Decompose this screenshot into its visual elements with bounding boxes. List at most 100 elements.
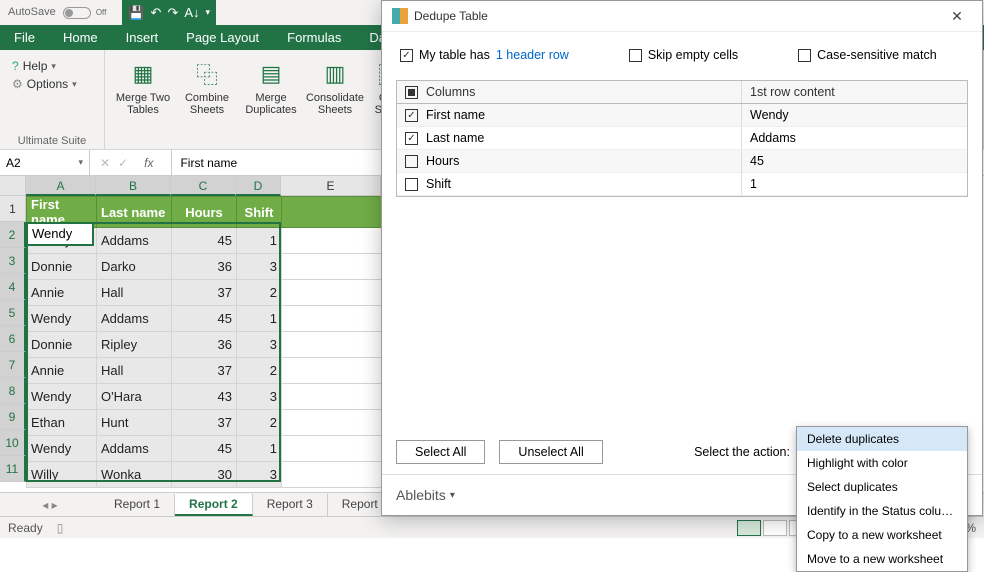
tri-state-checkbox[interactable] [405, 86, 418, 99]
column-header[interactable]: B [96, 176, 171, 196]
cell[interactable]: Addams [97, 228, 172, 254]
column-row[interactable]: ✓First nameWendy [397, 104, 967, 127]
normal-view-button[interactable] [737, 520, 761, 536]
row-header[interactable]: 1 [0, 196, 26, 222]
sort-icon[interactable]: A↓ [184, 5, 199, 20]
column-header[interactable]: A [26, 176, 96, 196]
consolidate-sheets-button[interactable]: ▥Consolidate Sheets [305, 54, 365, 133]
row-header[interactable]: 4 [0, 274, 26, 300]
header-cell[interactable]: Hours [172, 197, 237, 228]
cell[interactable]: Addams [97, 436, 172, 462]
cell[interactable]: 30 [172, 462, 237, 488]
tab-home[interactable]: Home [49, 25, 112, 50]
cell[interactable]: 43 [172, 384, 237, 410]
cell[interactable]: Wendy [27, 384, 97, 410]
cell[interactable]: Addams [97, 306, 172, 332]
cell[interactable] [282, 228, 382, 254]
cell[interactable]: 45 [172, 306, 237, 332]
header-row-link[interactable]: 1 header row [496, 48, 569, 62]
cell[interactable]: 1 [237, 228, 282, 254]
cell[interactable] [282, 280, 382, 306]
cell[interactable]: 36 [172, 254, 237, 280]
my-table-has-header-checkbox[interactable]: ✓ My table has 1 header row [400, 48, 569, 62]
column-row[interactable]: Hours45 [397, 150, 967, 173]
cell[interactable] [282, 306, 382, 332]
tab-formulas[interactable]: Formulas [273, 25, 355, 50]
cell[interactable]: 36 [172, 332, 237, 358]
cell[interactable]: Ripley [97, 332, 172, 358]
row-header[interactable]: 7 [0, 352, 26, 378]
row-header[interactable]: 6 [0, 326, 26, 352]
cell[interactable] [282, 410, 382, 436]
redo-icon[interactable]: ↷ [167, 5, 178, 21]
row-header[interactable]: 10 [0, 430, 26, 456]
fx-icon[interactable]: fx [136, 156, 161, 170]
sheet-tab[interactable]: Report 1 [100, 494, 175, 516]
cell[interactable]: Annie [27, 280, 97, 306]
chevron-down-icon[interactable]: ▾ [78, 157, 83, 168]
row-header[interactable]: 3 [0, 248, 26, 274]
column-row[interactable]: ✓Last nameAddams [397, 127, 967, 150]
cell[interactable]: 37 [172, 410, 237, 436]
page-layout-view-button[interactable] [763, 520, 787, 536]
cell[interactable]: 2 [237, 358, 282, 384]
skip-empty-checkbox[interactable]: Skip empty cells [629, 48, 738, 62]
row-header[interactable]: 5 [0, 300, 26, 326]
checkbox-icon[interactable] [405, 155, 418, 168]
cell[interactable]: Hall [97, 280, 172, 306]
row-header[interactable]: 9 [0, 404, 26, 430]
cell[interactable]: 45 [172, 228, 237, 254]
macro-record-icon[interactable]: ▯ [57, 521, 64, 535]
cell[interactable]: 3 [237, 332, 282, 358]
checkbox-icon[interactable]: ✓ [405, 109, 418, 122]
column-header[interactable]: E [281, 176, 381, 196]
cell[interactable]: Donnie [27, 254, 97, 280]
row-header[interactable]: 8 [0, 378, 26, 404]
cell[interactable]: Wendy [27, 436, 97, 462]
cell[interactable]: Donnie [27, 332, 97, 358]
qat-customize-icon[interactable]: ▾ [206, 7, 211, 18]
header-cell[interactable]: Last name [97, 197, 172, 228]
merge-two-tables-button[interactable]: ▦Merge Two Tables [113, 54, 173, 133]
dropdown-item[interactable]: Highlight with color [797, 451, 967, 475]
header-cell[interactable]: Shift [237, 197, 282, 228]
unselect-all-button[interactable]: Unselect All [499, 440, 602, 464]
cancel-formula-icon[interactable]: ✕ [100, 156, 110, 170]
cell[interactable] [282, 254, 382, 280]
autosave-toggle[interactable] [63, 7, 91, 19]
checkbox-icon[interactable] [405, 178, 418, 191]
enter-formula-icon[interactable]: ✓ [118, 156, 128, 170]
cell[interactable]: Annie [27, 358, 97, 384]
cell[interactable] [282, 462, 382, 488]
close-button[interactable]: ✕ [942, 4, 972, 28]
cell[interactable]: Hall [97, 358, 172, 384]
select-all-corner[interactable] [0, 176, 26, 196]
dropdown-item[interactable]: Select duplicates [797, 475, 967, 499]
name-box[interactable]: A2▾ [0, 150, 90, 175]
row-header[interactable]: 11 [0, 456, 26, 482]
cell[interactable] [282, 384, 382, 410]
sheet-tab[interactable]: Report 3 [253, 494, 328, 516]
column-row[interactable]: Shift1 [397, 173, 967, 196]
case-sensitive-checkbox[interactable]: Case-sensitive match [798, 48, 937, 62]
cell[interactable]: 2 [237, 280, 282, 306]
cell[interactable]: 1 [237, 436, 282, 462]
save-icon[interactable]: 💾 [128, 5, 144, 21]
cell[interactable]: Hunt [97, 410, 172, 436]
cell[interactable]: Wendy [27, 228, 97, 254]
checkbox-icon[interactable]: ✓ [405, 132, 418, 145]
tab-insert[interactable]: Insert [112, 25, 173, 50]
chevron-down-icon[interactable]: ▾ [450, 490, 455, 501]
cell[interactable]: 37 [172, 358, 237, 384]
cell[interactable]: Willy [27, 462, 97, 488]
cell[interactable]: 3 [237, 254, 282, 280]
cell[interactable]: Ethan [27, 410, 97, 436]
dropdown-item[interactable]: Copy to a new worksheet [797, 523, 967, 547]
header-cell[interactable]: First name [27, 197, 97, 228]
cell[interactable] [282, 332, 382, 358]
sheet-tab[interactable]: Report 2 [175, 494, 253, 516]
cell[interactable]: Wonka [97, 462, 172, 488]
cell[interactable]: 3 [237, 462, 282, 488]
ablebits-label[interactable]: Ablebits [396, 487, 446, 503]
tab-file[interactable]: File [0, 25, 49, 50]
